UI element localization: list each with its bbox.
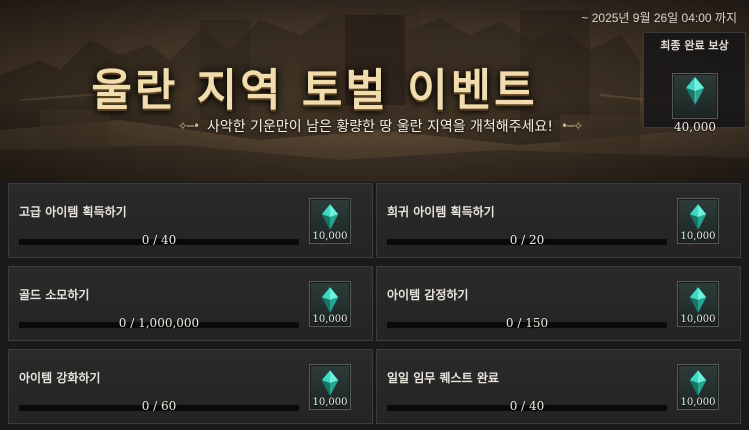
reward-amount: 10,000 [680, 397, 716, 408]
mission-panel: 고급 아이템 획득하기 0 / 40 10,000 [8, 183, 373, 258]
reward-item[interactable]: 10,000 [309, 364, 351, 410]
progress-text: 0 / 150 [505, 316, 549, 330]
ornament-right-icon: •─✧ [560, 119, 583, 133]
final-reward-item[interactable]: 40,000 [672, 73, 718, 134]
subtitle-row: ✧─• 사악한 기운만이 남은 황량한 땅 울란 지역을 개척해주세요! •─✧ [150, 116, 610, 136]
event-period: ~ 2025년 9월 26일 04:00 까지 [581, 11, 737, 25]
crystal-icon [689, 370, 707, 396]
mission-title: 일일 임무 퀘스트 완료 [387, 371, 499, 385]
progress-text: 0 / 1,000,000 [118, 316, 200, 330]
crystal-icon [321, 370, 339, 396]
mission-panel: 희귀 아이템 획득하기 0 / 20 10,000 [376, 183, 741, 258]
reward-amount: 10,000 [312, 231, 348, 242]
progress-text: 0 / 40 [509, 399, 545, 413]
mission-panel: 아이템 강화하기 0 / 60 10,000 [8, 349, 373, 424]
mission-title: 아이템 감정하기 [387, 288, 469, 302]
reward-item[interactable]: 10,000 [309, 198, 351, 244]
mission-panel: 아이템 감정하기 0 / 150 10,000 [376, 266, 741, 341]
reward-item[interactable]: 10,000 [677, 281, 719, 327]
crystal-icon [689, 287, 707, 313]
progress-text: 0 / 20 [509, 233, 545, 247]
final-reward-label: 최종 완료 보상 [660, 39, 729, 52]
reward-amount: 10,000 [312, 397, 348, 408]
progress-text: 0 / 40 [141, 233, 177, 247]
mission-title: 희귀 아이템 획득하기 [387, 205, 495, 219]
crystal-icon [689, 204, 707, 230]
mission-title: 아이템 강화하기 [19, 371, 101, 385]
event-banner: ~ 2025년 9월 26일 04:00 까지 울란 지역 토벌 이벤트 ✧─•… [0, 0, 749, 182]
event-title: 울란 지역 토벌 이벤트 [91, 65, 538, 116]
mission-title: 골드 소모하기 [19, 288, 90, 302]
reward-item[interactable]: 10,000 [309, 281, 351, 327]
reward-item[interactable]: 10,000 [677, 198, 719, 244]
final-reward-amount: 40,000 [674, 120, 716, 134]
mission-panel: 골드 소모하기 0 / 1,000,000 10,000 [8, 266, 373, 341]
ornament-left-icon: ✧─• [177, 119, 200, 133]
mission-panel: 일일 임무 퀘스트 완료 0 / 40 10,000 [376, 349, 741, 424]
crystal-icon [321, 204, 339, 230]
event-subtitle: 사악한 기운만이 남은 황량한 땅 울란 지역을 개척해주세요! [207, 119, 553, 135]
reward-item[interactable]: 10,000 [677, 364, 719, 410]
progress-text: 0 / 60 [141, 399, 177, 413]
crystal-icon [321, 287, 339, 313]
final-reward-box: 최종 완료 보상 40,000 [643, 32, 746, 134]
reward-amount: 10,000 [312, 314, 348, 325]
reward-amount: 10,000 [680, 231, 716, 242]
reward-amount: 10,000 [680, 314, 716, 325]
crystal-icon [686, 77, 704, 105]
mission-title: 고급 아이템 획득하기 [19, 205, 127, 219]
